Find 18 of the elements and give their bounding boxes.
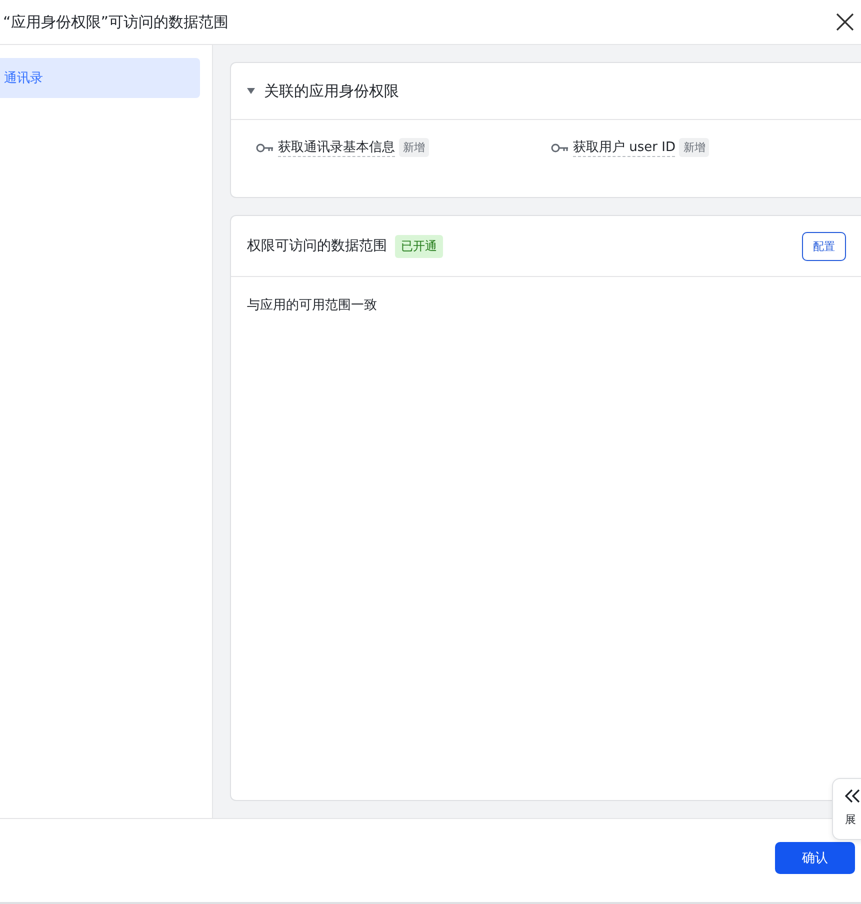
section-title: 关联的应用身份权限 xyxy=(264,82,399,100)
scope-description: 与应用的可用范围一致 xyxy=(246,297,378,315)
key-icon xyxy=(256,142,274,152)
double-chevron-icon xyxy=(845,789,861,803)
config-button[interactable]: 配置 xyxy=(802,232,846,260)
close-icon[interactable] xyxy=(836,13,854,31)
new-tag: 新增 xyxy=(679,138,710,157)
sidebar-item[interactable]: 通讯录 xyxy=(0,58,200,98)
caret-icon[interactable] xyxy=(247,88,255,94)
dialog-title: “应用身份权限”可访问的数据范围 xyxy=(3,12,229,32)
section-title: 权限可访问的数据范围 xyxy=(247,237,387,255)
permission-name: 获取通讯录基本信息 xyxy=(278,138,395,157)
confirm-button[interactable]: 确认 xyxy=(775,842,855,874)
status-tag: 已开通 xyxy=(395,234,443,258)
key-icon xyxy=(551,142,569,152)
new-tag: 新增 xyxy=(399,138,429,157)
permission-name: 获取用户 user ID xyxy=(573,138,676,157)
expand-tab[interactable]: 展 xyxy=(832,778,861,840)
